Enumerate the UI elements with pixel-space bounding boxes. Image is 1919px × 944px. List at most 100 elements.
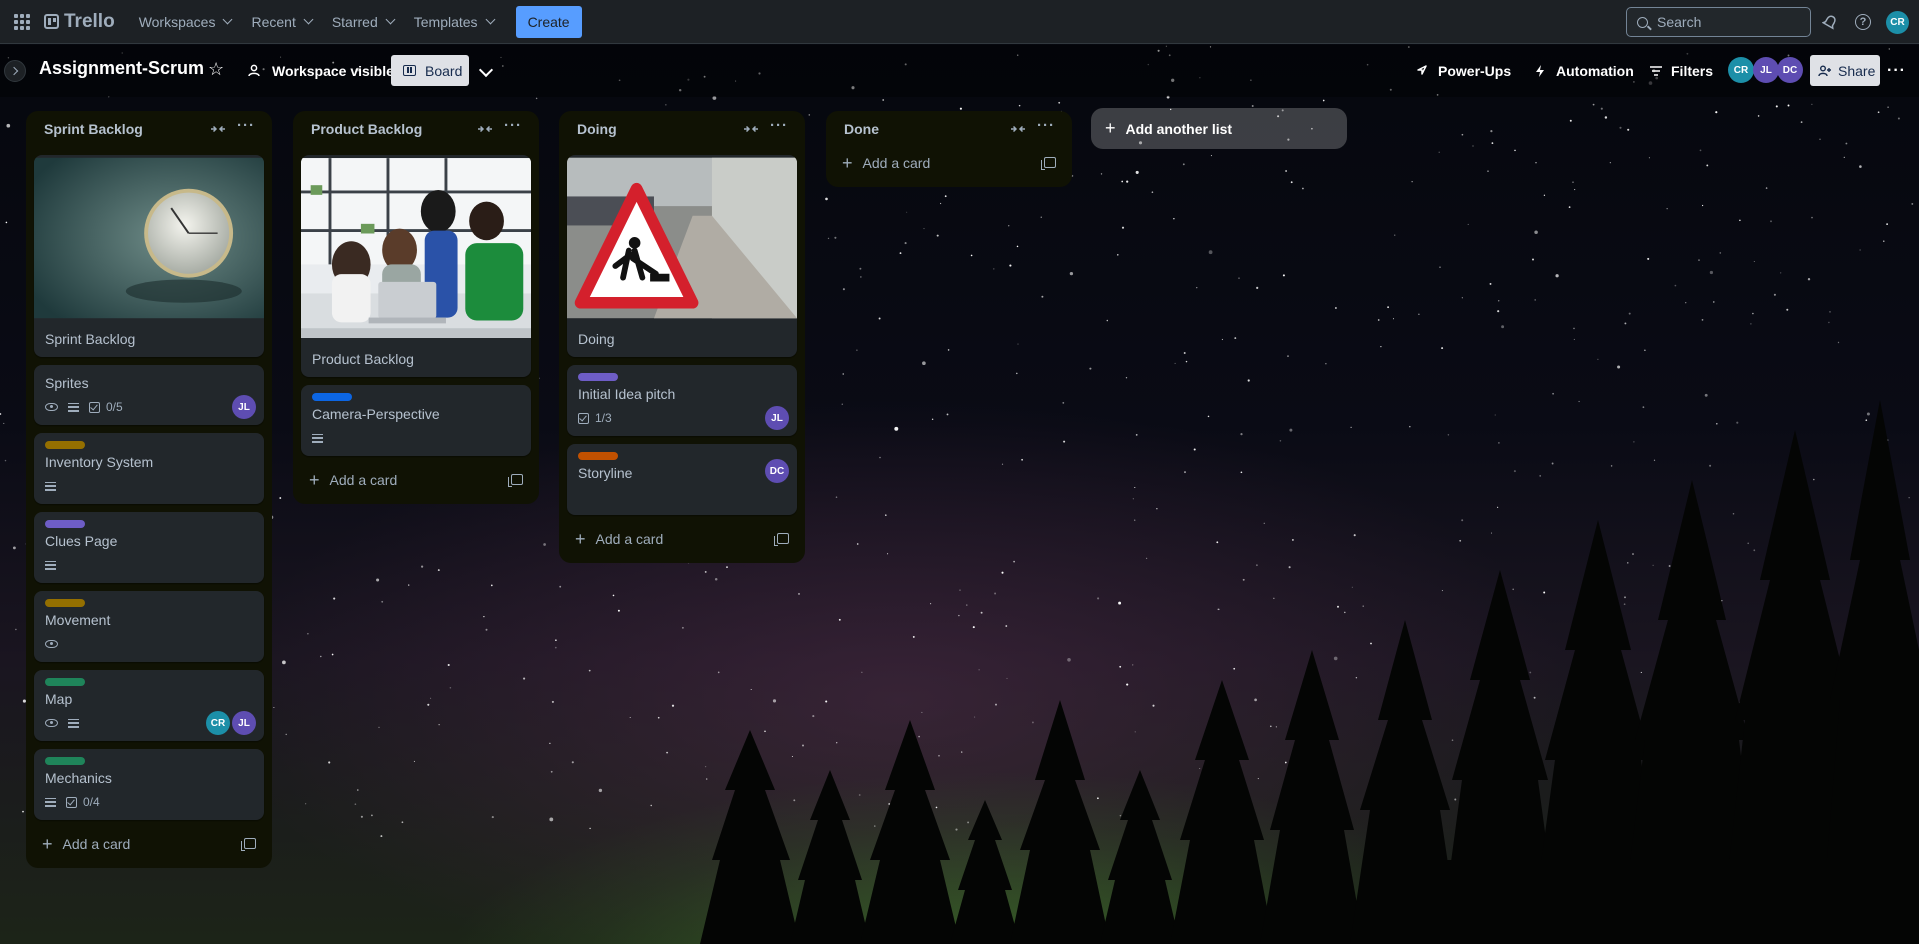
card-title: Movement [45, 612, 111, 628]
roadwork-cover-image [567, 157, 797, 319]
card-member-avatar[interactable]: CR [206, 711, 230, 735]
description-icon [68, 402, 79, 412]
app-switcher-icon[interactable] [6, 6, 38, 38]
list-title[interactable]: Product Backlog [311, 121, 422, 137]
card-title: Map [45, 691, 73, 707]
search-placeholder: Search [1657, 14, 1702, 30]
list-title[interactable]: Sprint Backlog [44, 121, 143, 137]
add-card-button[interactable]: + Add a card [301, 464, 531, 496]
description-icon [45, 797, 56, 807]
list-title[interactable]: Done [844, 121, 879, 137]
card-map[interactable]: Map CR JL [34, 670, 264, 741]
card-storyline[interactable]: Storyline DC [567, 444, 797, 515]
card-mechanics[interactable]: Mechanics 0/4 [34, 749, 264, 820]
card-sprint-backlog-cover[interactable]: Sprint Backlog [34, 155, 264, 357]
card-product-backlog-cover[interactable]: Product Backlog [301, 155, 531, 377]
checklist-icon [578, 412, 589, 424]
card-label[interactable] [578, 452, 618, 460]
card-sprites[interactable]: Sprites 0/5 JL [34, 365, 264, 425]
board-title[interactable]: Assignment-Scrum [39, 58, 204, 79]
card-member-avatar[interactable]: JL [765, 406, 789, 430]
list-actions-icon[interactable]: ··· [504, 117, 522, 134]
add-card-button[interactable]: + Add a card [567, 523, 797, 555]
templates-label: Templates [413, 13, 478, 30]
description-icon [45, 481, 56, 491]
card-member-avatar[interactable]: JL [232, 711, 256, 735]
powerups-label: Power-Ups [1438, 63, 1512, 79]
watching-icon [45, 719, 58, 727]
list-actions-icon[interactable]: ··· [237, 117, 255, 134]
card-title: Clues Page [45, 533, 118, 549]
share-label: Share [1838, 62, 1876, 79]
card-title: Doing [578, 331, 615, 347]
visibility-button[interactable]: Workspace visible [248, 55, 394, 87]
card-movement[interactable]: Movement [34, 591, 264, 662]
star-board-icon[interactable]: ☆ [208, 59, 224, 80]
add-another-list-button[interactable]: + Add another list [1091, 108, 1347, 149]
card-member-avatar[interactable]: JL [232, 395, 256, 419]
create-from-template-icon[interactable] [774, 533, 789, 546]
card-label[interactable] [312, 393, 352, 401]
share-button[interactable]: Share [1810, 55, 1880, 86]
list-actions-icon[interactable]: ··· [770, 117, 788, 134]
card-label[interactable] [45, 757, 85, 765]
filters-button[interactable]: Filters [1650, 55, 1713, 87]
plus-icon: + [1105, 118, 1116, 138]
workspaces-label: Workspaces [138, 13, 216, 30]
card-camera-perspective[interactable]: Camera-Perspective [301, 385, 531, 456]
create-from-template-icon[interactable] [241, 838, 256, 851]
powerups-button[interactable]: Power-Ups [1414, 55, 1511, 87]
user-avatar[interactable]: CR [1886, 11, 1909, 34]
list-actions-icon[interactable]: ··· [1037, 117, 1055, 134]
help-icon[interactable]: ? [1853, 12, 1873, 32]
card-doing-cover[interactable]: Doing [567, 155, 797, 357]
collapse-list-icon[interactable] [210, 121, 226, 137]
trello-logo[interactable]: Trello [44, 11, 115, 33]
card-label[interactable] [45, 599, 85, 607]
trello-logo-icon [44, 14, 59, 29]
board-view-button[interactable]: Board [391, 55, 469, 86]
checklist-icon [66, 796, 77, 808]
card-member-avatar[interactable]: DC [765, 459, 789, 483]
card-initial-idea-pitch[interactable]: Initial Idea pitch 1/3 JL [567, 365, 797, 436]
create-button[interactable]: Create [515, 5, 582, 38]
card-clues-page[interactable]: Clues Page [34, 512, 264, 583]
add-card-button[interactable]: + Add a card [34, 828, 264, 860]
watching-icon [45, 640, 58, 648]
list-sprint-backlog: Sprint Backlog ··· Sprint Backlog Sprite… [26, 111, 272, 868]
member-avatar-cr[interactable]: CR [1728, 57, 1754, 83]
board-menu-icon[interactable]: ··· [1887, 62, 1906, 80]
notifications-bell-icon[interactable] [1820, 12, 1840, 32]
list-title[interactable]: Doing [577, 121, 617, 137]
recent-menu[interactable]: Recent [241, 6, 321, 38]
automation-button[interactable]: Automation [1534, 55, 1634, 87]
card-label[interactable] [45, 520, 85, 528]
card-label[interactable] [45, 441, 85, 449]
board-view-label: Board [425, 62, 463, 79]
member-avatar-jl[interactable]: JL [1753, 57, 1779, 83]
list-product-backlog: Product Backlog ··· Product Backlog Came… [293, 111, 539, 504]
create-from-template-icon[interactable] [508, 474, 523, 487]
card-title: Initial Idea pitch [578, 386, 676, 402]
templates-menu[interactable]: Templates [404, 6, 504, 38]
workspaces-menu[interactable]: Workspaces [129, 6, 242, 38]
add-card-label: Add a card [862, 155, 931, 171]
create-from-template-icon[interactable] [1041, 157, 1056, 170]
search-input[interactable]: Search [1626, 7, 1811, 37]
expand-sidebar-button[interactable] [4, 60, 26, 82]
starred-menu[interactable]: Starred [322, 6, 404, 38]
list-done: Done ··· + Add a card [826, 111, 1072, 187]
card-label[interactable] [45, 678, 85, 686]
checklist-count: 0/5 [106, 400, 123, 414]
checklist-count: 0/4 [83, 795, 100, 809]
rocket-icon [1417, 65, 1427, 75]
member-avatar-dc[interactable]: DC [1777, 57, 1803, 83]
collapse-list-icon[interactable] [477, 121, 493, 137]
views-dropdown-icon[interactable] [478, 62, 494, 78]
card-label[interactable] [578, 373, 618, 381]
card-inventory-system[interactable]: Inventory System [34, 433, 264, 504]
list-doing: Doing ··· Doing Initial Idea pitch 1/3 J… [559, 111, 805, 563]
collapse-list-icon[interactable] [743, 121, 759, 137]
add-card-button[interactable]: + Add a card [834, 147, 1064, 179]
collapse-list-icon[interactable] [1010, 121, 1026, 137]
